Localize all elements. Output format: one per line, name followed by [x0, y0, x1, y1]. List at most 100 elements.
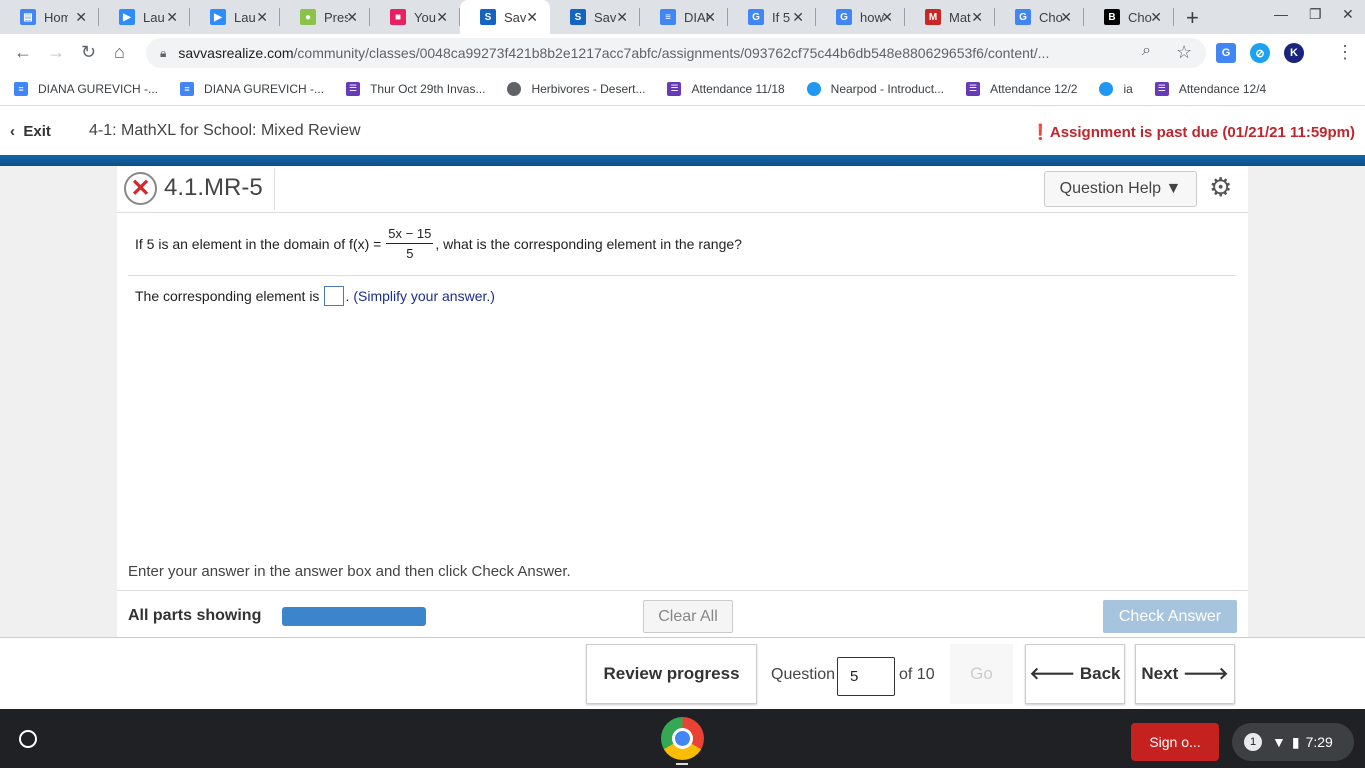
bookmark-item[interactable]: ≡ DIANA GUREVICH -... [14, 81, 158, 96]
header-divider-bar [0, 155, 1365, 166]
launcher-icon[interactable] [19, 730, 37, 748]
question-help-dropdown[interactable]: Question Help ▼ [1044, 171, 1197, 207]
forward-arrow-icon[interactable]: → [47, 42, 65, 63]
savvas-icon: S [480, 9, 496, 25]
browser-tab[interactable]: B Cho ✕ [1084, 0, 1174, 34]
browser-tab[interactable]: ▶ Lau ✕ [190, 0, 280, 34]
bookmark-item[interactable]: ≡ DIANA GUREVICH -... [180, 81, 325, 96]
browser-tab[interactable]: G Cho ✕ [995, 0, 1084, 34]
clear-all-button[interactable]: Clear All [643, 600, 733, 633]
form-icon: ☰ [1154, 81, 1169, 96]
close-tab-icon[interactable]: ✕ [792, 9, 804, 26]
close-tab-icon[interactable]: ✕ [616, 9, 628, 26]
check-answer-button[interactable]: Check Answer [1103, 600, 1237, 633]
divider [128, 275, 1236, 276]
address-bar[interactable]: 🔒︎ savvasrealize.com /community/classes/… [146, 38, 1206, 68]
bookmark-item[interactable]: ☰ Attendance 12/4 [1154, 81, 1266, 96]
mathxl-icon: M [925, 9, 941, 25]
wifi-icon: ▼ [1272, 734, 1286, 750]
tab-label: Hom [44, 9, 68, 25]
tab-label: Lau [234, 9, 256, 25]
question-number-input[interactable] [837, 657, 895, 696]
tab-separator [369, 8, 370, 26]
home-icon[interactable]: ⌂ [114, 42, 125, 63]
nearpod-icon [1099, 81, 1114, 96]
answer-input[interactable] [324, 286, 345, 306]
person-icon: ■ [390, 9, 406, 25]
go-button[interactable]: Go [950, 644, 1013, 704]
reload-icon[interactable]: ↻ [81, 42, 96, 63]
tab-separator [189, 8, 190, 26]
close-window-icon[interactable]: ✕ [1342, 6, 1354, 23]
running-indicator [676, 763, 688, 765]
globe-icon [507, 81, 522, 96]
bookmark-item[interactable]: ia [1099, 81, 1133, 96]
gear-icon[interactable]: ⚙ [1209, 172, 1232, 203]
close-tab-icon[interactable]: ✕ [436, 9, 448, 26]
lock-icon: 🔒︎ [160, 45, 167, 60]
bookmark-label: Nearpod - Introduct... [830, 81, 945, 96]
tab-label: Sav [594, 9, 617, 25]
browser-tab[interactable]: ● Pres ✕ [280, 0, 370, 34]
review-progress-button[interactable]: Review progress [586, 644, 757, 704]
bookmark-item[interactable]: ☰ Attendance 11/18 [667, 81, 785, 96]
alert-icon: ❗ [1031, 124, 1050, 141]
simplify-hint: (Simplify your answer.) [353, 288, 495, 304]
tab-separator [639, 8, 640, 26]
bookmark-item[interactable]: ☰ Attendance 12/2 [966, 81, 1077, 96]
question-prompt: If 5 is an element in the domain of f(x)… [135, 226, 742, 261]
parts-label: All parts showing [128, 607, 262, 624]
close-tab-icon[interactable]: ✕ [971, 9, 983, 26]
exit-label: Exit [23, 123, 51, 140]
close-tab-icon[interactable]: ✕ [75, 9, 87, 26]
close-tab-icon[interactable]: ✕ [881, 9, 893, 26]
url-path: /community/classes/0048ca99273f421b8b2e1… [293, 45, 1050, 61]
back-arrow-icon[interactable]: ← [14, 42, 32, 63]
bookmark-label: DIANA GUREVICH -... [204, 81, 325, 96]
divider [274, 168, 275, 210]
minimize-icon[interactable]: — [1274, 6, 1288, 22]
bookmark-item[interactable]: ☰ Thur Oct 29th Invas... [346, 81, 485, 96]
next-button[interactable]: Next 🡒 [1135, 644, 1235, 704]
nearpod-extension-icon[interactable]: ⊘ [1250, 43, 1270, 63]
back-label: Back [1079, 664, 1121, 683]
browser-tab[interactable]: ▤ Hom ✕ [0, 0, 99, 34]
answer-text-after: . [345, 288, 350, 304]
close-tab-icon[interactable]: ✕ [256, 9, 268, 26]
bookmark-item[interactable]: Herbivores - Desert... [507, 81, 646, 96]
close-tab-icon[interactable]: ✕ [346, 9, 358, 26]
bookmark-star-icon[interactable]: ☆ [1176, 42, 1192, 63]
bookmark-label: Herbivores - Desert... [531, 81, 646, 96]
bookmark-item[interactable]: Nearpod - Introduct... [806, 81, 945, 96]
browser-tab[interactable]: S Sav ✕ [550, 0, 640, 34]
close-tab-icon[interactable]: ✕ [1060, 9, 1072, 26]
browser-tab[interactable]: S Sav ✕ [460, 0, 550, 34]
close-tab-icon[interactable]: ✕ [526, 9, 538, 26]
browser-tab[interactable]: M Mat ✕ [905, 0, 995, 34]
form-icon: ☰ [667, 81, 682, 96]
browser-tab[interactable]: ▶ Lau ✕ [99, 0, 190, 34]
sign-out-button[interactable]: Sign o... [1131, 723, 1219, 761]
exit-button[interactable]: ‹ Exit [10, 123, 51, 140]
chrome-icon[interactable] [661, 717, 704, 760]
tab-label: You [414, 9, 436, 25]
docs-icon: ≡ [14, 81, 28, 96]
close-tab-icon[interactable]: ✕ [166, 9, 178, 26]
restore-icon[interactable]: ❐ [1309, 6, 1322, 23]
back-button[interactable]: 🡐 Back [1025, 644, 1125, 704]
browser-tab[interactable]: ≡DIAN✕ [640, 0, 728, 34]
tab-separator [1083, 8, 1084, 26]
translate-extension-icon[interactable]: G [1216, 43, 1236, 63]
form-icon: ☰ [346, 81, 361, 96]
browser-tab[interactable]: ■ You ✕ [370, 0, 460, 34]
profile-avatar[interactable]: K [1284, 43, 1304, 63]
browser-tab[interactable]: G If 5 ✕ [728, 0, 816, 34]
close-tab-icon[interactable]: ✕ [1150, 9, 1162, 26]
zoom-icon[interactable]: ⌕ [1142, 42, 1151, 60]
question-help-label: Question Help [1059, 180, 1162, 197]
menu-kebab-icon[interactable]: ⋮ [1336, 42, 1354, 63]
close-tab-icon[interactable]: ✕ [704, 9, 716, 26]
new-tab-button[interactable]: + [1186, 5, 1199, 31]
browser-tab[interactable]: Ghow ✕ [816, 0, 905, 34]
status-tray[interactable]: 1 ▼ ▮ 7:29 [1232, 723, 1354, 761]
